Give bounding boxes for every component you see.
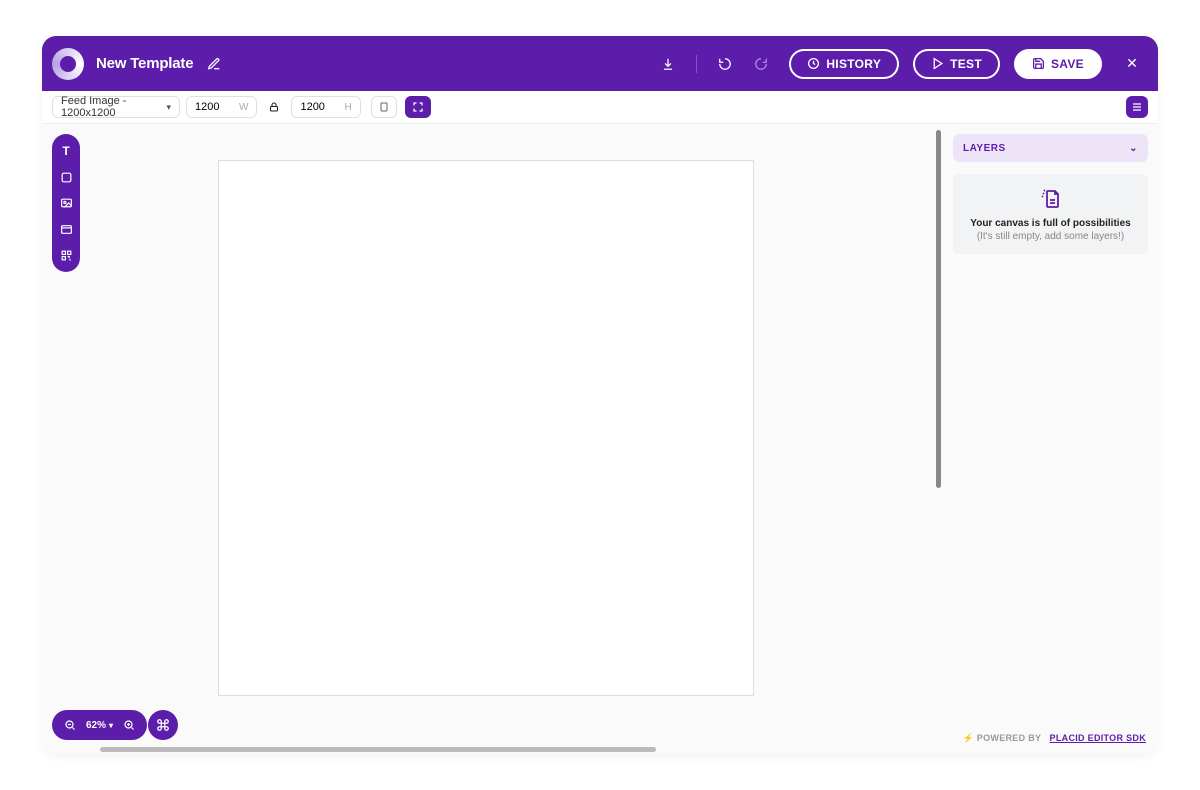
sparkle-doc-icon bbox=[963, 188, 1138, 212]
powered-by-label: POWERED BY bbox=[977, 733, 1041, 743]
separator bbox=[696, 55, 697, 73]
text-tool-icon[interactable]: T bbox=[57, 142, 75, 160]
height-input[interactable] bbox=[300, 101, 338, 113]
close-icon[interactable]: ✕ bbox=[1120, 55, 1144, 72]
image-tool-icon[interactable] bbox=[57, 194, 75, 212]
width-unit: W bbox=[239, 102, 248, 113]
preset-select[interactable]: Feed Image - 1200x1200 ▾ bbox=[52, 96, 180, 118]
right-panel: LAYERS ⌄ Your canvas is full of possibil… bbox=[943, 124, 1158, 754]
chevron-down-icon: ⌄ bbox=[1129, 143, 1138, 154]
orientation-icon[interactable] bbox=[371, 96, 397, 118]
height-input-wrap: H bbox=[291, 96, 360, 118]
shape-tool-icon[interactable] bbox=[57, 168, 75, 186]
insert-toolbar: T bbox=[52, 134, 80, 272]
layers-header[interactable]: LAYERS ⌄ bbox=[953, 134, 1148, 162]
download-icon[interactable] bbox=[654, 50, 682, 78]
canvas-size-toolbar: Feed Image - 1200x1200 ▾ W H bbox=[42, 91, 1158, 124]
canvas[interactable] bbox=[218, 160, 754, 696]
zoom-value[interactable]: 62%▾ bbox=[86, 720, 113, 731]
qr-tool-icon[interactable] bbox=[57, 246, 75, 264]
main-area: T bbox=[42, 124, 1158, 754]
zoom-out-icon[interactable] bbox=[64, 719, 76, 731]
horizontal-scrollbar[interactable] bbox=[100, 747, 656, 752]
app-window: New Template HISTORY bbox=[42, 36, 1158, 754]
shortcuts-icon[interactable] bbox=[148, 710, 178, 740]
save-button-label: SAVE bbox=[1051, 57, 1084, 71]
empty-subtitle: (It's still empty, add some layers!) bbox=[963, 231, 1138, 242]
layers-title: LAYERS bbox=[963, 143, 1006, 154]
sdk-link[interactable]: PLACID EDITOR SDK bbox=[1050, 733, 1146, 743]
empty-title: Your canvas is full of possibilities bbox=[963, 218, 1138, 229]
lock-aspect-icon[interactable] bbox=[263, 96, 285, 118]
panel-toggle-icon[interactable] bbox=[1126, 96, 1148, 118]
app-header: New Template HISTORY bbox=[42, 36, 1158, 91]
history-button[interactable]: HISTORY bbox=[789, 49, 899, 79]
save-button[interactable]: SAVE bbox=[1014, 49, 1102, 79]
logo-icon bbox=[52, 48, 84, 80]
history-button-label: HISTORY bbox=[826, 57, 881, 71]
width-input[interactable] bbox=[195, 101, 233, 113]
zoom-control: 62%▾ bbox=[52, 710, 147, 740]
fit-screen-icon[interactable] bbox=[405, 96, 431, 118]
zoom-in-icon[interactable] bbox=[123, 719, 135, 731]
width-input-wrap: W bbox=[186, 96, 257, 118]
template-title: New Template bbox=[96, 55, 193, 72]
redo-icon[interactable] bbox=[747, 50, 775, 78]
layers-empty-card: Your canvas is full of possibilities (It… bbox=[953, 174, 1148, 254]
undo-icon[interactable] bbox=[711, 50, 739, 78]
test-button-label: TEST bbox=[950, 57, 982, 71]
footer-credit: ⚡ POWERED BY PLACID EDITOR SDK bbox=[953, 729, 1148, 744]
browser-tool-icon[interactable] bbox=[57, 220, 75, 238]
test-button[interactable]: TEST bbox=[913, 49, 1000, 79]
vertical-scrollbar[interactable] bbox=[936, 130, 941, 488]
preset-label: Feed Image - 1200x1200 bbox=[61, 95, 160, 119]
edit-title-icon[interactable] bbox=[207, 57, 221, 71]
height-unit: H bbox=[344, 102, 351, 113]
chevron-down-icon: ▾ bbox=[166, 102, 171, 113]
canvas-zone[interactable]: T bbox=[42, 124, 943, 754]
